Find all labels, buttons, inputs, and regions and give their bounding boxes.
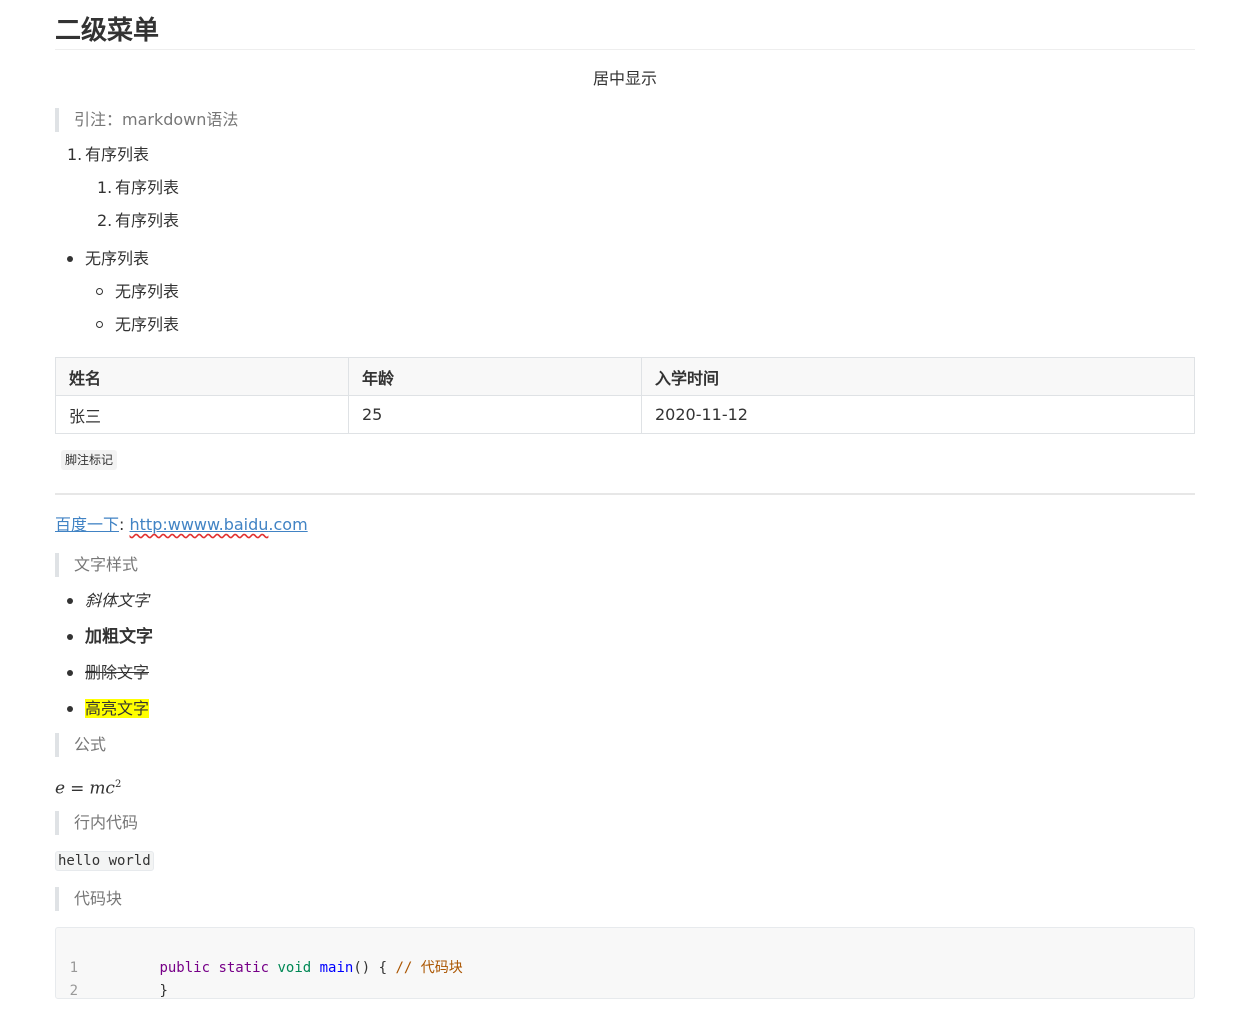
bullet-icon [67, 706, 73, 712]
table-cell: 张三 [55, 395, 349, 434]
text-style-list: 斜体文字 加粗文字 删除文字 高亮文字 [55, 583, 1195, 727]
highlighted-text: 高亮文字 [85, 699, 150, 718]
list-item: 1. 有序列表 [55, 138, 1195, 171]
blockquote-text-styles: 文字样式 [55, 553, 1195, 577]
list-item: 1. 有序列表 [55, 171, 1195, 204]
table-cell: 25 [348, 395, 642, 434]
baidu-url-link[interactable]: http:wwww.baidu.com [130, 515, 308, 534]
blockquote-markdown: 引注：markdown语法 [55, 108, 1195, 132]
bullet-icon [67, 634, 73, 640]
list-item: 无序列表 [55, 275, 1195, 308]
blockquote-code-block: 代码块 [55, 887, 1195, 911]
horizontal-divider [55, 493, 1195, 495]
list-item: 斜体文字 [55, 583, 1195, 619]
line-number: 2 [69, 983, 78, 999]
list-item: 高亮文字 [55, 691, 1195, 727]
url-text-misspelled: http:wwww.baidu [129, 515, 269, 534]
bold-text: 加粗文字 [85, 627, 153, 647]
column-header-name: 姓名 [55, 357, 349, 396]
link-line: 百度一下: http:wwww.baidu.com [55, 513, 1195, 537]
formula-rhs: mc [89, 778, 115, 799]
code-line: 1 public static void main() { // 代码块 [56, 934, 1194, 976]
table-header-row: 姓名 年龄 入学时间 [55, 357, 1195, 396]
blockquote-formula: 公式 [55, 733, 1195, 757]
code-line: 2} [56, 957, 1194, 999]
list-item: 无序列表 [55, 308, 1195, 341]
column-header-age: 年龄 [348, 357, 642, 396]
inline-code: hello world [55, 851, 154, 871]
url-text-suffix: .com [268, 515, 308, 534]
bullet-icon [67, 256, 73, 262]
list-item: 加粗文字 [55, 619, 1195, 655]
strikethrough-text: 删除文字 [85, 663, 150, 682]
list-item: 2. 有序列表 [55, 204, 1195, 237]
page-heading: 二级菜单 [55, 0, 1195, 50]
list-item-label: 有序列表 [115, 211, 180, 230]
formula-lhs: e [55, 778, 66, 799]
list-number: 2. [97, 211, 113, 230]
list-number: 1. [67, 145, 83, 164]
list-number: 1. [97, 178, 113, 197]
table-row: 张三 25 2020-11-12 [55, 395, 1195, 434]
list-item-label: 有序列表 [115, 178, 180, 197]
formula-exponent: 2 [114, 779, 122, 790]
list-item: 删除文字 [55, 655, 1195, 691]
blockquote-inline-code: 行内代码 [55, 811, 1195, 835]
ordered-list: 1. 有序列表 1. 有序列表 2. 有序列表 [55, 138, 1195, 237]
list-item-label: 无序列表 [85, 249, 150, 268]
formula-equals: = [70, 778, 85, 799]
list-item: 无序列表 [55, 242, 1195, 275]
code-block[interactable]: 1 public static void main() { // 代码块 2} [55, 927, 1195, 999]
circle-bullet-icon [96, 321, 103, 328]
list-item-label: 无序列表 [115, 282, 180, 301]
footnote-marker[interactable]: 脚注标记 [61, 450, 118, 470]
circle-bullet-icon [96, 288, 103, 295]
unordered-list: 无序列表 无序列表 无序列表 [55, 242, 1195, 341]
italic-text: 斜体文字 [85, 591, 150, 610]
table-cell: 2020-11-12 [641, 395, 1195, 434]
student-table: 姓名 年龄 入学时间 张三 25 2020-11-12 [55, 357, 1195, 434]
math-formula: e = mc2 [55, 773, 1195, 799]
markdown-document: 二级菜单 居中显示 引注：markdown语法 1. 有序列表 1. 有序列表 … [55, 0, 1195, 999]
list-item-label: 无序列表 [115, 315, 180, 334]
column-header-enroll-date: 入学时间 [641, 357, 1195, 396]
bullet-icon [67, 670, 73, 676]
list-item-label: 有序列表 [85, 145, 150, 164]
bullet-icon [67, 598, 73, 604]
link-separator: : [119, 515, 130, 534]
baidu-link[interactable]: 百度一下 [55, 515, 119, 534]
centered-text: 居中显示 [592, 69, 657, 88]
code-text: } [159, 983, 168, 999]
